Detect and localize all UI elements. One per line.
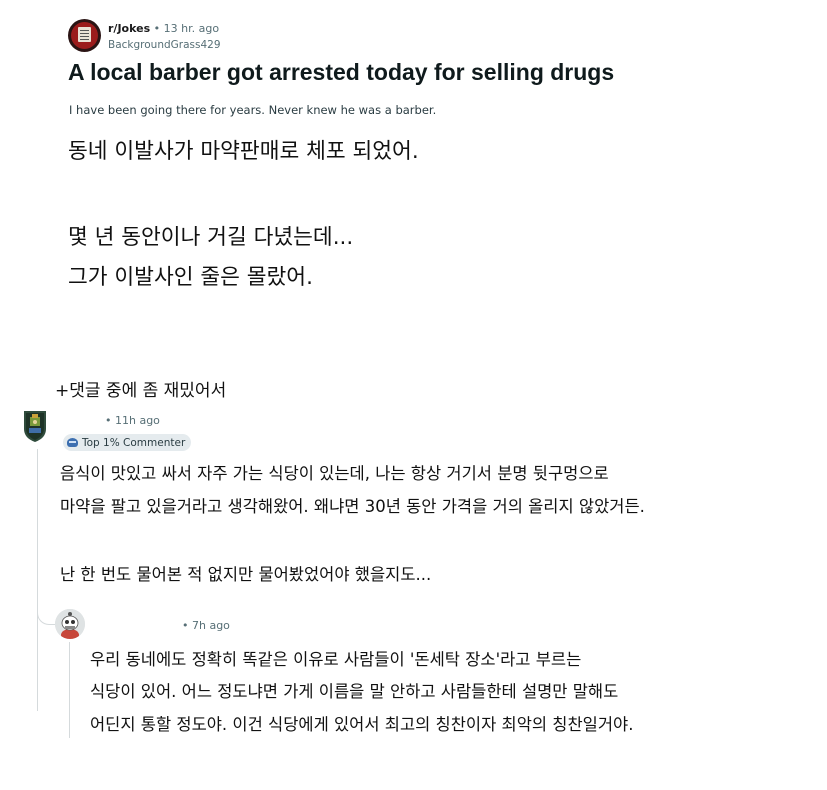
translation-line: 그가 이발사인 줄은 몰랐어.	[68, 265, 313, 290]
uploader-note: +댓글 중에 좀 재밌어서	[55, 381, 227, 401]
thread-line[interactable]	[69, 642, 70, 738]
reply-connector	[37, 604, 57, 625]
comment-line: 난 한 번도 물어본 적 없지만 물어봤었어야 했을지도...	[60, 565, 432, 584]
shield-avatar-icon	[24, 411, 46, 442]
comment-line: 마약을 팔고 있을거라고 생각해왔어. 왜냐면 30년 동안 가격을 거의 올리…	[60, 497, 645, 516]
subreddit-link[interactable]: r/Jokes	[108, 22, 150, 35]
comment-line: 어딘지 통할 정도야. 이건 식당에게 있어서 최고의 칭찬이자 최악의 칭찬일…	[90, 715, 634, 734]
translation-line: 동네 이발사가 마약판매로 체포 되었어.	[68, 139, 419, 164]
post-time: 13 hr. ago	[163, 22, 220, 35]
commenter-avatar[interactable]	[55, 609, 85, 639]
post-title[interactable]: A local barber got arrested today for se…	[68, 58, 614, 86]
comment-meta: • 11h ago	[105, 414, 160, 427]
post-meta: r/Jokes • 13 hr. ago	[108, 22, 219, 36]
helmet-icon	[67, 438, 78, 447]
comment-line: 음식이 맛있고 싸서 자주 가는 식당이 있는데, 나는 항상 거기서 분명 뒷…	[60, 464, 609, 483]
commenter-avatar[interactable]	[22, 409, 48, 443]
post-author[interactable]: BackgroundGrass429	[108, 39, 221, 51]
translation-line: 몇 년 동안이나 거길 다녔는데...	[68, 225, 354, 250]
comment-line: 식당이 있어. 어느 정도냐면 가게 이름을 말 안하고 사람들한테 설명만 말…	[90, 682, 619, 701]
post-body: I have been going there for years. Never…	[69, 103, 437, 117]
comment-line: 우리 동네에도 정확히 똑같은 이유로 사람들이 '돈세탁 장소'라고 부르는	[90, 650, 582, 669]
snoo-avatar-icon	[55, 609, 85, 639]
flair-label: Top 1% Commenter	[82, 436, 186, 449]
user-flair: Top 1% Commenter	[63, 434, 192, 451]
meta-separator: •	[153, 22, 161, 35]
thread-line[interactable]	[37, 449, 38, 711]
comment-meta: • 7h ago	[182, 619, 230, 632]
subreddit-icon[interactable]	[68, 19, 101, 52]
